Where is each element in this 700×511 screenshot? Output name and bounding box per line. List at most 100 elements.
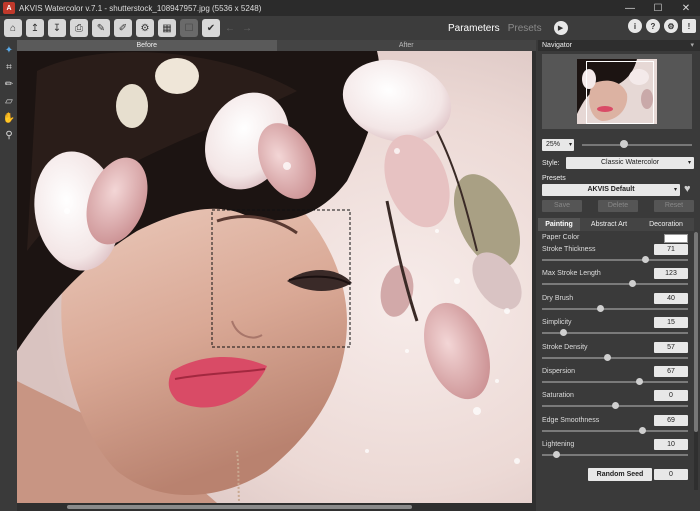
window-controls: — ☐ ✕	[616, 0, 700, 16]
param-slider[interactable]	[542, 454, 688, 457]
param-slider[interactable]	[542, 283, 688, 286]
param-slider-handle[interactable]	[636, 377, 644, 385]
param-value-input[interactable]: 0	[654, 390, 688, 402]
close-button[interactable]: ✕	[672, 0, 700, 16]
paper-color-row: Paper Color	[538, 232, 696, 244]
param-value-input[interactable]: 40	[654, 292, 688, 304]
param-row: Saturation 0	[538, 390, 696, 414]
pencil-tool-icon[interactable]: ✏	[2, 77, 16, 91]
param-slider-handle[interactable]	[611, 402, 619, 410]
panel-scrollbar[interactable]	[694, 232, 698, 490]
info-icon[interactable]: i	[628, 19, 642, 33]
redo-icon[interactable]: →	[240, 19, 254, 37]
paper-color-swatch[interactable]	[664, 234, 688, 243]
tab-before[interactable]: Before	[17, 40, 277, 51]
export-strokes-icon[interactable]: ✐	[114, 19, 132, 37]
navigator-view-frame[interactable]	[586, 61, 654, 124]
app-logo-icon: A	[3, 2, 15, 14]
direction-tool-icon[interactable]: ✦	[2, 43, 16, 57]
settings-icon[interactable]: ⚙	[664, 19, 678, 33]
param-value-input[interactable]: 10	[654, 439, 688, 451]
param-slider-handle[interactable]	[642, 256, 650, 263]
delete-preset-button[interactable]: Delete	[598, 200, 638, 212]
param-slider-handle[interactable]	[553, 451, 561, 459]
style-row: Style: Classic Watercolor ▾	[542, 157, 696, 169]
canvas-icon[interactable]: ▦	[158, 19, 176, 37]
presets-label: Presets	[542, 175, 566, 182]
param-row: Max Stroke Length 123	[538, 268, 696, 292]
tab-painting[interactable]: Painting	[538, 218, 580, 231]
settings-panel: Navigator ▾ 25% ▾ Style: Classic Watercol…	[538, 40, 700, 511]
param-value-input[interactable]: 123	[654, 268, 688, 280]
eraser-tool-icon[interactable]: ▱	[2, 94, 16, 108]
param-value-input[interactable]: 57	[654, 341, 688, 353]
param-slider-handle[interactable]	[560, 329, 568, 337]
random-seed-button[interactable]: Random Seed	[588, 468, 652, 481]
hand-tool-icon[interactable]: ✋	[2, 111, 16, 125]
reset-preset-button[interactable]: Reset	[654, 200, 694, 212]
home-icon[interactable]: ⌂	[4, 19, 22, 37]
tab-after[interactable]: After	[276, 40, 536, 51]
right-toolbar-icons: i ? ⚙ !	[624, 19, 696, 33]
zoom-slider-handle[interactable]	[620, 140, 628, 148]
open-file-icon[interactable]: ↥	[26, 19, 44, 37]
preferences-icon[interactable]: ✔	[202, 19, 220, 37]
panel-scroll-thumb[interactable]	[694, 232, 698, 432]
param-slider[interactable]	[542, 356, 688, 359]
horizontal-scroll-thumb[interactable]	[67, 505, 412, 509]
tab-presets[interactable]: Presets	[508, 23, 542, 34]
mode-tabs: Parameters Presets ▶	[448, 16, 568, 40]
param-slider[interactable]	[542, 259, 688, 261]
crop-tool-icon[interactable]: ⌗	[2, 60, 16, 74]
param-value-input[interactable]: 67	[654, 365, 688, 377]
navigator-preview[interactable]	[542, 54, 692, 129]
print-icon[interactable]: ⎙	[70, 19, 88, 37]
param-row: Lightening 10	[538, 439, 696, 463]
run-icon[interactable]: ▶	[553, 21, 568, 35]
param-value-input[interactable]: 15	[654, 317, 688, 329]
zoom-slider[interactable]	[582, 144, 692, 146]
vertical-scrollbar[interactable]	[532, 51, 536, 503]
zoom-tool-icon[interactable]: ⚲	[2, 128, 16, 142]
minimize-button[interactable]: —	[616, 0, 644, 16]
collapse-icon[interactable]: ▾	[690, 40, 694, 51]
favorite-heart-icon[interactable]: ♥	[684, 183, 691, 195]
param-slider[interactable]	[542, 380, 688, 383]
help-icon[interactable]: ?	[646, 19, 660, 33]
horizontal-scrollbar[interactable]	[17, 503, 536, 511]
random-seed-row: Random Seed 0	[538, 468, 696, 482]
tab-abstract-art[interactable]: Abstract Art	[580, 218, 638, 231]
param-label: Dispersion	[542, 367, 576, 375]
style-label: Style:	[542, 159, 560, 167]
image-canvas[interactable]	[17, 51, 536, 503]
param-value-input[interactable]: 69	[654, 414, 688, 426]
save-preset-button[interactable]: Save	[542, 200, 582, 212]
undo-icon[interactable]: ←	[223, 19, 237, 37]
style-dropdown[interactable]: Classic Watercolor ▾	[566, 157, 694, 169]
param-value-input[interactable]: 71	[654, 244, 688, 255]
import-strokes-icon[interactable]: ✎	[92, 19, 110, 37]
param-slider[interactable]	[542, 307, 688, 310]
portrait-image	[17, 51, 536, 503]
param-slider[interactable]	[542, 429, 688, 432]
save-file-icon[interactable]: ↧	[48, 19, 66, 37]
param-row: Edge Smoothness 69	[538, 414, 696, 439]
random-seed-value[interactable]: 0	[654, 469, 688, 480]
main-toolbar: ⌂ ↥ ↧ ⎙ ✎ ✐ ⚙ ▦ ☐ ✔ ← → Parameters Prese…	[0, 16, 700, 40]
maximize-button[interactable]: ☐	[644, 0, 672, 16]
tab-parameters[interactable]: Parameters	[448, 23, 500, 34]
notification-icon[interactable]: !	[682, 19, 696, 33]
param-label: Max Stroke Length	[542, 270, 601, 278]
share-icon[interactable]: ☐	[180, 19, 198, 37]
param-slider-handle[interactable]	[604, 353, 612, 361]
batch-icon[interactable]: ⚙	[136, 19, 154, 37]
window-title: AKVIS Watercolor v.7.1 - shutterstock_10…	[19, 3, 262, 13]
param-slider-handle[interactable]	[629, 280, 637, 288]
preset-dropdown[interactable]: AKVIS Default ▾	[542, 184, 680, 196]
tab-decoration[interactable]: Decoration	[638, 218, 694, 231]
param-row: Stroke Density 57	[538, 341, 696, 366]
param-label: Dry Brush	[542, 294, 574, 302]
zoom-select[interactable]: 25% ▾	[542, 139, 574, 151]
param-slider-handle[interactable]	[596, 304, 604, 312]
param-slider-handle[interactable]	[639, 426, 647, 434]
